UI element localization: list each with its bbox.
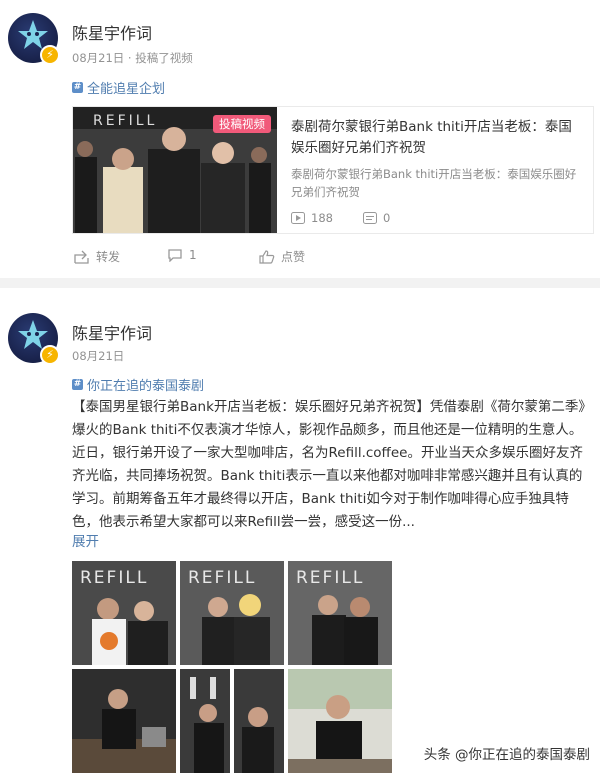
author-name[interactable]: 陈星宇作词	[72, 20, 152, 44]
video-card[interactable]: REFILL 投稿视频 泰剧荷尔蒙银行弟Bank thiti开店当老板：泰国娱乐…	[72, 106, 594, 234]
photo-5[interactable]	[180, 669, 284, 773]
comment-label: 1	[189, 248, 197, 262]
play-icon	[291, 212, 305, 224]
photo-6[interactable]	[288, 669, 392, 773]
topic-label: 你正在追的泰国泰剧	[87, 379, 205, 394]
verified-badge-icon: ⚡	[40, 45, 60, 65]
share-icon	[74, 250, 89, 264]
photo-sign-text: REFILL	[80, 568, 148, 588]
like-button[interactable]: 点赞	[259, 248, 305, 265]
play-count: 188	[291, 211, 333, 225]
video-tag: 投稿视频	[213, 115, 271, 133]
comment-count-value: 0	[383, 211, 391, 225]
danmaku-icon	[363, 212, 377, 224]
photo-3[interactable]: REFILL	[288, 561, 392, 665]
topic-link[interactable]: # 你正在追的泰国泰剧	[72, 375, 204, 394]
thumbs-up-icon	[259, 249, 275, 264]
topic-label: 全能追星企划	[87, 82, 166, 97]
comment-icon	[168, 249, 182, 262]
video-thumbnail[interactable]: REFILL 投稿视频	[73, 107, 277, 233]
post-body-text: 【泰国男星银行弟Bank开店当老板：娱乐圈好兄弟齐祝贺】凭借泰剧《荷尔蒙第二季》…	[72, 399, 592, 530]
source-watermark: 头条 @你正在追的泰国泰剧	[423, 747, 590, 763]
photo-sign-text: REFILL	[296, 568, 364, 588]
comment-count: 0	[363, 211, 390, 225]
topic-hash-icon: #	[72, 379, 83, 390]
post-meta: 08月21日 · 投稿了视频	[72, 51, 193, 65]
card-title[interactable]: 泰剧荷尔蒙银行弟Bank thiti开店当老板：泰国娱乐圈好兄弟们齐祝贺	[291, 117, 581, 159]
expand-link[interactable]: 展开	[72, 530, 99, 550]
verified-badge-icon: ⚡	[40, 345, 60, 365]
avatar[interactable]: ⚡	[8, 13, 60, 65]
avatar[interactable]: ⚡	[8, 313, 60, 365]
play-count-value: 188	[311, 211, 333, 225]
feed-post-1: ⚡ 陈星宇作词 08月21日 · 投稿了视频 # 全能追星企划 REFILL 投…	[0, 0, 600, 278]
comment-button[interactable]: 1	[167, 248, 197, 262]
repost-button[interactable]: 转发	[74, 248, 120, 265]
post-separator	[0, 278, 600, 288]
post-date: 08月21日	[72, 349, 125, 363]
feed-post-2: ⚡ 陈星宇作词 08月21日 # 你正在追的泰国泰剧 【泰国男星银行弟Bank开…	[0, 288, 600, 776]
action-bar: 转发 1 点赞	[72, 248, 592, 268]
topic-link[interactable]: # 全能追星企划	[72, 78, 165, 97]
photo-4[interactable]	[72, 669, 176, 773]
repost-label: 转发	[96, 250, 121, 264]
author-name[interactable]: 陈星宇作词	[72, 320, 152, 344]
photo-2[interactable]: REFILL	[180, 561, 284, 665]
topic-hash-icon: #	[72, 82, 83, 93]
photo-sign-text: REFILL	[188, 568, 256, 588]
card-sign-text: REFILL	[93, 113, 157, 129]
card-description: 泰剧荷尔蒙银行弟Bank thiti开店当老板：泰国娱乐圈好兄弟们齐祝贺	[291, 167, 577, 199]
photo-1[interactable]: REFILL	[72, 561, 176, 665]
like-label: 点赞	[281, 250, 306, 264]
